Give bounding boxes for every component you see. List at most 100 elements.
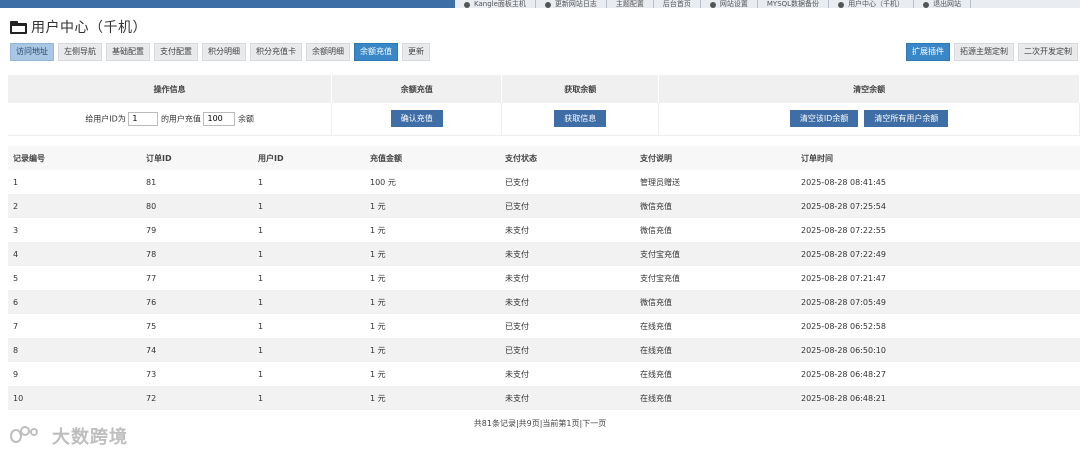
recharge-form: 给用户ID为 的用户充值 余额: [8, 103, 333, 136]
table-cell: 在线充值: [640, 369, 672, 379]
watermark-logo-icon: [8, 426, 48, 446]
clear-id-balance-button[interactable]: 清空该ID余额: [789, 110, 859, 128]
user-id-input[interactable]: [128, 111, 159, 126]
table-cell: 2: [8, 194, 141, 218]
power-icon: [923, 2, 930, 8]
table-cell: 2025-08-28 07:25:54: [796, 194, 1080, 218]
table-row: 3 79 1 1 元 未支付 微信充值 2025-08-28 07:22:55: [8, 218, 1080, 242]
pagination[interactable]: 共81条记录|共9页|当前第1页|下一页: [0, 418, 1080, 429]
table-cell: 8: [8, 338, 141, 362]
amount-input[interactable]: [203, 111, 236, 126]
top-link-2[interactable]: 主题配置: [607, 0, 654, 8]
top-link-label: 主题配置: [615, 0, 644, 8]
recharge-middle-label: 的用户充值: [160, 114, 201, 124]
tab-nav-right: 扩展插件 拓源主题定制 二次开发定制: [906, 43, 1078, 61]
top-link-0[interactable]: Kangle面板主机: [455, 0, 536, 8]
table-cell: 76: [141, 290, 253, 314]
table-cell: 2025-08-28 07:22:49: [796, 242, 1080, 266]
table-cell: 未支付: [505, 273, 529, 283]
table-cell: 1 元: [365, 242, 500, 266]
table-cell: 已支付: [505, 177, 529, 187]
top-link-label: 后台首页: [662, 0, 691, 8]
column-header: 订单ID: [141, 146, 253, 170]
tab-0[interactable]: 访问地址: [10, 43, 54, 61]
tab-1[interactable]: 左侧导航: [58, 43, 102, 61]
top-link-label: 更新网站日志: [554, 0, 597, 8]
top-link-4[interactable]: 网站设置: [701, 0, 758, 8]
table-cell: 已支付: [505, 321, 529, 331]
table-cell: 1: [253, 386, 365, 410]
tab-4[interactable]: 积分明细: [202, 43, 246, 61]
table-cell: 2025-08-28 07:22:55: [801, 225, 886, 235]
table-cell: 已支付: [500, 194, 635, 218]
get-info-button[interactable]: 获取信息: [554, 110, 607, 128]
table-row: 10 72 1 1 元未支付 在线充值 2025-08-28 06:48:21: [8, 386, 1080, 410]
confirm-recharge-button[interactable]: 确认充值: [390, 110, 443, 128]
table-cell: 2025-08-28 06:48:21: [796, 386, 1080, 410]
table-row: 6 76 1 1 元未支付 微信充值 2025-08-28 07:05:49: [8, 290, 1080, 314]
top-link-label: 网站设置: [719, 0, 748, 8]
table-cell: 1: [258, 225, 264, 235]
top-bar-accent: [0, 0, 455, 8]
table-cell: 1: [258, 177, 264, 187]
table-cell: 74: [141, 338, 253, 362]
top-link-3[interactable]: 后台首页: [654, 0, 701, 8]
table-cell: 9: [13, 369, 19, 379]
top-link-label: 退出网站: [933, 0, 962, 8]
right-tab-0[interactable]: 扩展插件: [906, 43, 950, 61]
table-cell: 1 元: [365, 290, 500, 314]
table-cell: 7: [13, 321, 19, 331]
table-cell: 在线充值: [640, 321, 672, 331]
table-cell: 1: [253, 290, 365, 314]
tab-8[interactable]: 更新: [402, 43, 430, 61]
table-row: 7 75 1 1 元 已支付 在线充值 2025-08-28 06:52:58: [8, 314, 1080, 338]
clear-all-balance-button[interactable]: 清空所有用户余额: [864, 110, 949, 128]
column-header: 支付说明: [635, 146, 796, 170]
records-table: 记录编号 订单ID 用户ID 充值金额 支付状态 支付说明 订单时间 1 81 1 100 元已支…: [8, 146, 1080, 410]
table-cell: 100 元: [370, 177, 396, 187]
table-cell: 72: [141, 386, 253, 410]
tab-2[interactable]: 基础配置: [106, 43, 150, 61]
table-cell: 管理员赠送: [640, 177, 680, 187]
table-cell: 6: [8, 290, 141, 314]
table-cell: 2025-08-28 07:21:47: [801, 273, 886, 283]
table-cell: 3: [13, 225, 19, 235]
user-icon: [838, 2, 845, 8]
table-row: 9 73 1 1 元 未支付 在线充值 2025-08-28 06:48:27: [8, 362, 1080, 386]
table-cell: 1 元: [370, 369, 386, 379]
table-cell: 1 元: [365, 338, 500, 362]
table-cell: 已支付: [500, 338, 635, 362]
top-link-label: MYSQL数据备份: [766, 0, 820, 8]
right-tab-1[interactable]: 拓源主题定制: [954, 43, 1014, 61]
table-cell: 微信充值: [640, 225, 672, 235]
table-cell: 2025-08-28 06:50:10: [796, 338, 1080, 362]
tab-6[interactable]: 余额明细: [306, 43, 350, 61]
table-cell: 80: [141, 194, 253, 218]
top-links: Kangle面板主机 更新网站日志 主题配置 后台首页 网站设置 MYSQL数据备份 用户中…: [455, 0, 1080, 8]
column-header: 用户ID: [253, 146, 365, 170]
top-link-1[interactable]: 更新网站日志: [536, 0, 607, 8]
table-cell: 支付宝充值: [635, 242, 796, 266]
top-link-7[interactable]: 退出网站: [914, 0, 972, 8]
folder-icon: [10, 20, 27, 34]
table-cell: 未支付: [500, 386, 635, 410]
table-cell: 75: [146, 321, 157, 331]
table-cell: 1: [258, 369, 264, 379]
table-cell: 未支付: [500, 290, 635, 314]
table-cell: 1 元: [370, 321, 386, 331]
column-header: 充值金额: [365, 146, 500, 170]
column-header: 订单时间: [796, 146, 1080, 170]
table-cell: 1: [253, 338, 365, 362]
column-header: 记录编号: [8, 146, 141, 170]
tab-5[interactable]: 积分充值卡: [250, 43, 302, 61]
top-link-5[interactable]: MYSQL数据备份: [758, 0, 830, 8]
gear-icon: [709, 2, 716, 8]
tab-7[interactable]: 余额充值: [354, 43, 398, 61]
table-cell: 2025-08-28 08:41:45: [801, 177, 886, 187]
column-header: 支付状态: [500, 146, 635, 170]
table-cell: 10: [8, 386, 141, 410]
watermark: 大数跨境: [8, 423, 128, 449]
right-tab-2[interactable]: 二次开发定制: [1018, 43, 1078, 61]
top-link-6[interactable]: 用户中心（千机）: [829, 0, 915, 8]
tab-3[interactable]: 支付配置: [154, 43, 198, 61]
